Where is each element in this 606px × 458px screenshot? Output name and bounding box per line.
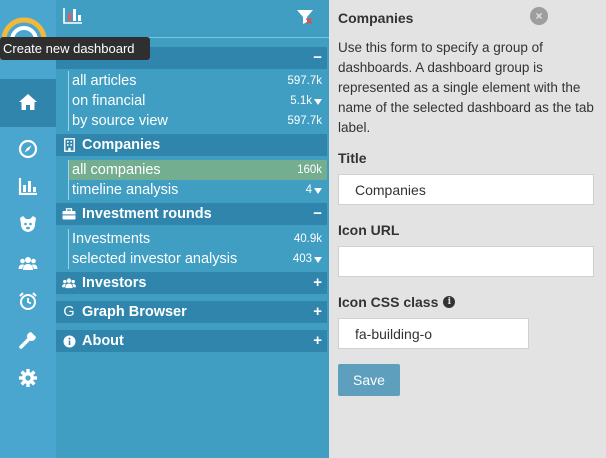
section-label: Investors [82, 275, 147, 291]
section-header-about[interactable]: About + [56, 330, 327, 352]
close-icon[interactable]: × [530, 7, 548, 25]
section-label: Graph Browser [82, 304, 187, 320]
dashboard-label: all articles [72, 73, 137, 89]
section-rows-investment-rounds: Investments 40.9k selected investor anal… [68, 229, 327, 269]
section-label: Investment rounds [82, 206, 212, 222]
dashboard-count: 5.1k [290, 95, 322, 107]
form-description: Use this form to specify a group of dash… [338, 40, 594, 135]
title-input[interactable]: Companies [338, 174, 594, 205]
dashboard-count: 403 [293, 253, 322, 265]
dog-icon[interactable] [16, 212, 40, 236]
bar-chart-icon[interactable] [16, 174, 40, 198]
logo [0, 6, 50, 40]
compass-icon[interactable] [16, 137, 40, 161]
dashboard-row[interactable]: by source view 597.7k [69, 111, 327, 131]
info-icon [62, 335, 76, 348]
dashboard-label: on financial [72, 93, 146, 109]
dashboard-row[interactable]: on financial 5.1k [69, 91, 327, 111]
dashboard-label: timeline analysis [72, 182, 179, 198]
dashboard-row[interactable]: timeline analysis 4 [69, 180, 327, 200]
dashboard-row-selected[interactable]: all companies 160k [69, 160, 327, 180]
info-icon[interactable]: i [443, 296, 456, 308]
briefcase-icon [62, 208, 76, 220]
gear-icon[interactable] [16, 366, 40, 390]
expand-toggle[interactable]: + [313, 303, 322, 320]
section-header-graph-browser[interactable]: G Graph Browser + [56, 301, 327, 323]
form-title: Companies [338, 10, 414, 26]
dashboard-count: 40.9k [293, 233, 322, 245]
expand-toggle[interactable]: + [313, 274, 322, 291]
filter-icon [314, 257, 322, 263]
section-rows-companies: all companies 160k timeline analysis 4 [68, 160, 327, 200]
left-nav-rail [0, 0, 56, 458]
graph-g-icon: G [63, 304, 75, 320]
users-icon[interactable] [16, 251, 40, 275]
filter-icon [314, 99, 322, 105]
dashboard-count: 160k [297, 164, 322, 176]
alarm-clock-icon[interactable] [16, 289, 40, 313]
dashboard-group-form: Companies × Use this form to specify a g… [329, 0, 606, 458]
section-label: About [82, 333, 124, 349]
dashboard-row[interactable]: selected investor analysis 403 [69, 249, 327, 269]
wrench-icon[interactable] [16, 328, 40, 352]
users-icon [62, 277, 76, 289]
icon-url-field-label: Icon URL [338, 222, 400, 238]
dashboard-count: 4 [306, 184, 322, 196]
collapse-toggle[interactable]: − [313, 49, 322, 66]
title-field-label: Title [338, 150, 367, 166]
dashboard-label: all companies [72, 162, 161, 178]
icon-css-class-input[interactable]: fa-building-o [338, 318, 529, 349]
building-icon [62, 138, 76, 152]
dashboard-count: 597.7k [287, 115, 322, 127]
section-rows-articles: all articles 597.7k on financial 5.1k by… [68, 71, 327, 131]
section-label: Companies [82, 137, 161, 153]
dashboard-label: by source view [72, 113, 168, 129]
panel-toolbar [56, 0, 329, 38]
section-header-investors[interactable]: Investors + [56, 272, 327, 294]
dashboard-label: Investments [72, 231, 151, 247]
tooltip-create-new-dashboard: Create new dashboard [0, 37, 150, 60]
section-header-companies[interactable]: Companies [56, 134, 327, 156]
new-dashboard-icon[interactable] [62, 6, 84, 26]
dashboard-label: selected investor analysis [72, 251, 238, 267]
home-icon[interactable] [16, 90, 40, 114]
clear-filter-icon[interactable] [296, 9, 314, 25]
section-header-investment-rounds[interactable]: Investment rounds − [56, 203, 327, 225]
collapse-toggle[interactable]: − [313, 205, 322, 222]
dashboard-count: 597.7k [287, 75, 322, 87]
icon-url-input[interactable] [338, 246, 594, 277]
dashboard-row[interactable]: all articles 597.7k [69, 71, 327, 91]
dashboard-groups-panel: − all articles 597.7k on financial 5.1k … [56, 0, 329, 458]
expand-toggle[interactable]: + [313, 332, 322, 349]
filter-icon [314, 188, 322, 194]
dashboard-row[interactable]: Investments 40.9k [69, 229, 327, 249]
save-button[interactable]: Save [338, 364, 400, 396]
icon-css-class-field-label: Icon CSS class i [338, 294, 456, 310]
